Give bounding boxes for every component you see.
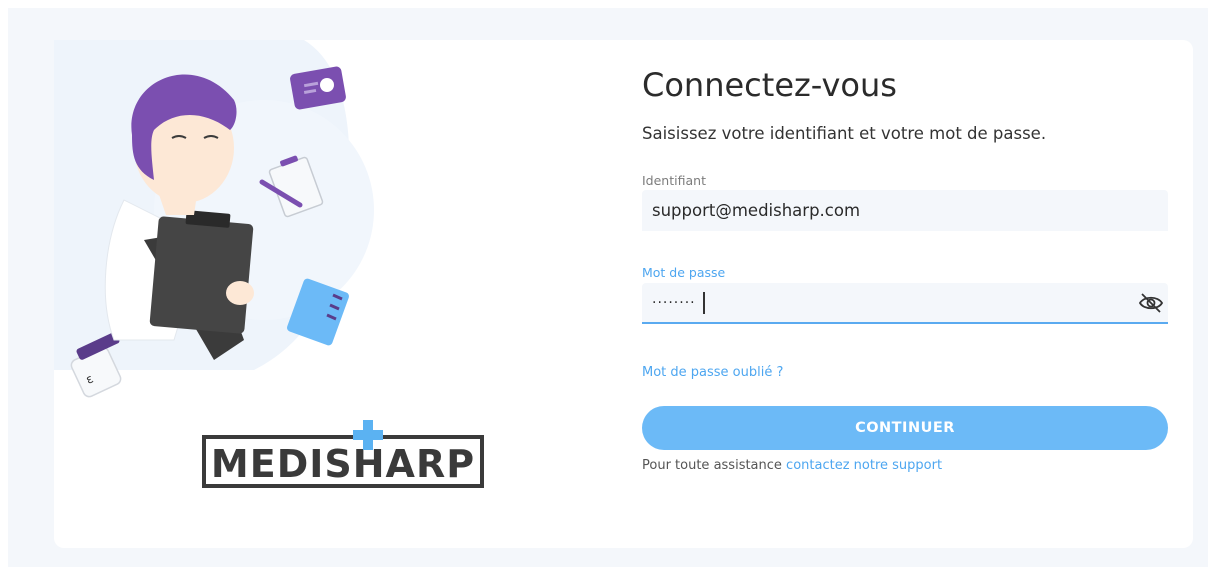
contact-support-link[interactable]: contactez notre support	[786, 458, 942, 473]
continue-button[interactable]: CONTINUER	[642, 406, 1168, 450]
eye-off-icon[interactable]	[1138, 291, 1164, 315]
password-label: Mot de passe	[642, 265, 726, 280]
password-field[interactable]	[652, 283, 1126, 322]
username-field-container	[642, 190, 1168, 231]
page-subtitle: Saisissez votre identifiant et votre mot…	[642, 124, 1047, 143]
svg-text:MEDISHARP: MEDISHARP	[211, 442, 475, 486]
login-card: ε MEDISHARP Connectez-vous Saisissez vot…	[54, 40, 1193, 548]
text-caret	[703, 292, 705, 314]
support-text: Pour toute assistance contactez notre su…	[642, 458, 942, 473]
support-prefix: Pour toute assistance	[642, 458, 787, 473]
login-form: Connectez-vous Saisissez votre identifia…	[642, 40, 1172, 548]
medisharp-logo: MEDISHARP	[202, 420, 484, 488]
username-label: Identifiant	[642, 173, 706, 188]
password-field-container	[642, 283, 1168, 324]
doctor-illustration: ε	[54, 40, 374, 398]
page-title: Connectez-vous	[642, 66, 897, 104]
forgot-password-link[interactable]: Mot de passe oublié ?	[642, 365, 783, 380]
username-field[interactable]	[652, 190, 1126, 231]
